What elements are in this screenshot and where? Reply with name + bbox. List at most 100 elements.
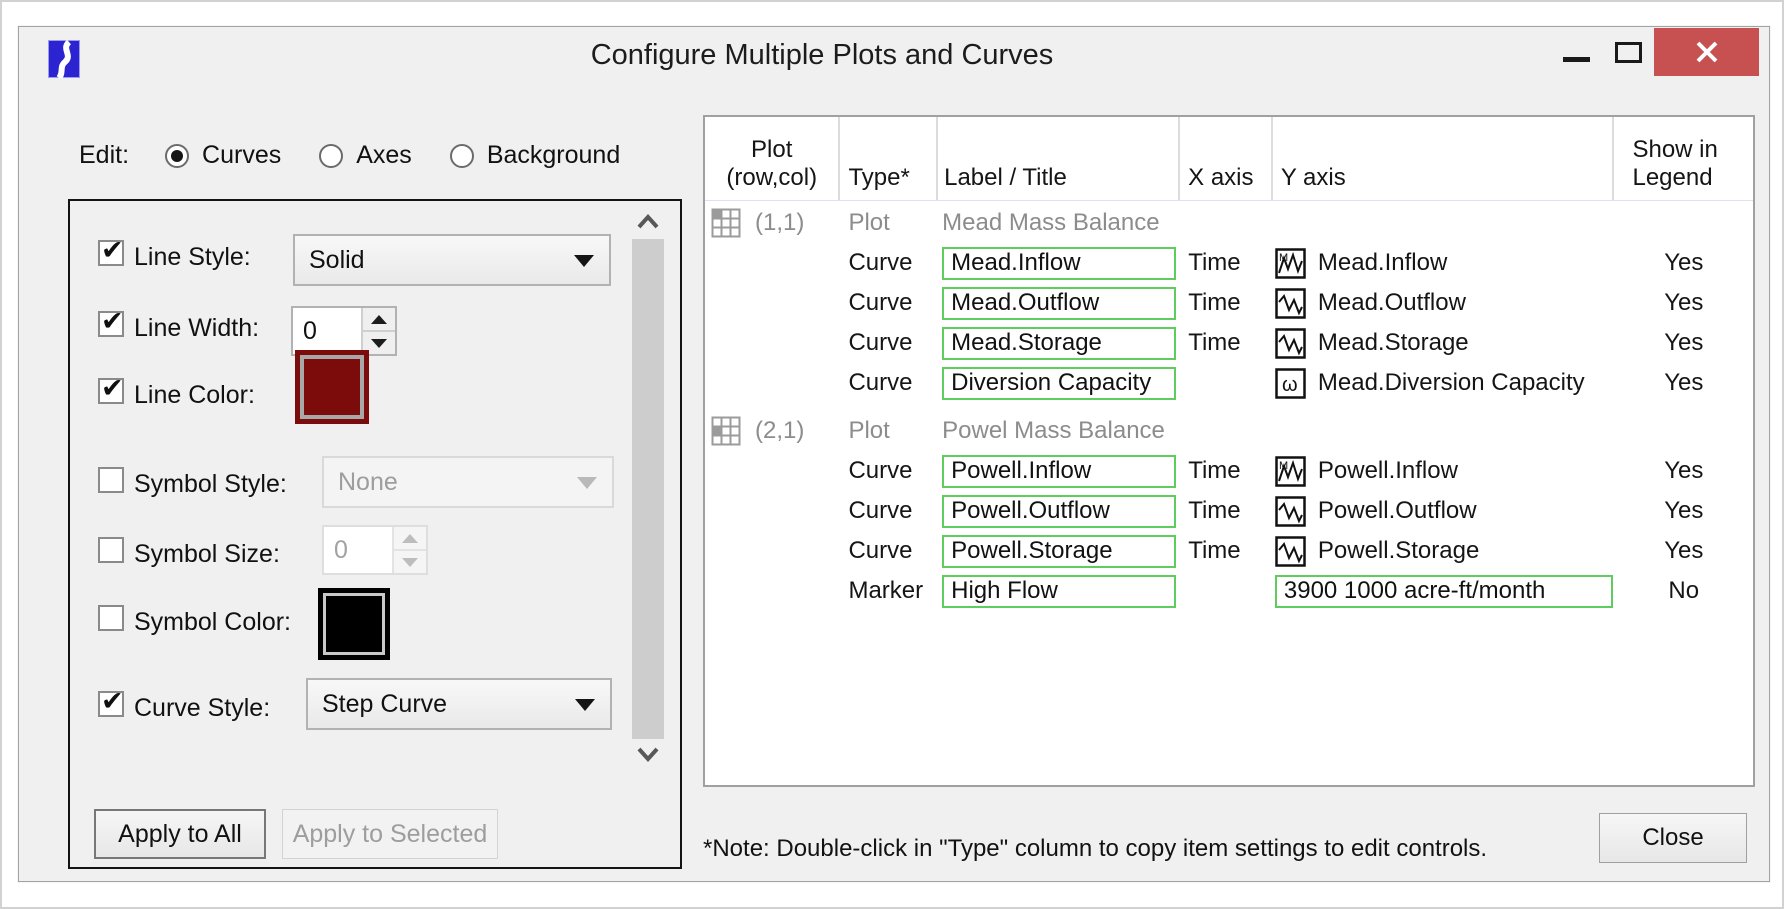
curve-label-input[interactable]: Mead.Storage (942, 327, 1176, 360)
row-type[interactable]: Curve (840, 369, 938, 397)
marker-label-input[interactable]: High Flow (942, 575, 1176, 608)
table-row-curve[interactable]: Curve Powell.Storage Time Powell.Storage… (705, 531, 1753, 571)
line-style-label: Line Style: (134, 243, 251, 272)
show-in-legend-value[interactable]: Yes (1615, 537, 1753, 565)
x-axis-value: Time (1180, 249, 1273, 277)
spin-down-icon (371, 339, 387, 348)
radio-option-background[interactable]: Background (450, 141, 620, 170)
plots-curves-table: Plot (row,col) Type* Label / Title X axi… (703, 115, 1755, 787)
symbol-color-checkbox[interactable] (98, 605, 124, 631)
curve-label-input[interactable]: Diversion Capacity (942, 367, 1176, 400)
curve-style-dropdown[interactable]: Step Curve (306, 678, 612, 730)
header-x-axis: X axis (1180, 117, 1273, 200)
radio-curves-label: Curves (202, 141, 281, 170)
curve-label-input[interactable]: Mead.Inflow (942, 247, 1176, 280)
title-bar: Configure Multiple Plots and Curves (19, 27, 1769, 83)
table-body: (1,1) Plot Mead Mass Balance Curve Mead.… (705, 203, 1753, 611)
scroll-up-icon[interactable] (636, 213, 660, 231)
spin-up-button[interactable] (363, 308, 395, 330)
symbol-size-spin-buttons (392, 527, 426, 573)
symbol-style-label: Symbol Style: (134, 470, 287, 499)
show-in-legend-value[interactable]: Yes (1615, 497, 1753, 525)
symbol-color-label: Symbol Color: (134, 608, 291, 637)
minimize-button[interactable] (1550, 28, 1602, 76)
table-row-curve[interactable]: Curve Diversion Capacity ω Mead.Diversio… (705, 363, 1753, 403)
plot-coord: (1,1) (755, 209, 804, 237)
table-row-curve[interactable]: Curve Mead.Storage Time Mead.Storage Yes (705, 323, 1753, 363)
y-axis-value: Mead.Inflow (1318, 249, 1447, 277)
line-width-value[interactable]: 0 (293, 308, 361, 354)
panel-scrollbar (630, 211, 666, 763)
symbol-size-checkbox[interactable] (98, 537, 124, 563)
show-in-legend-value[interactable]: Yes (1615, 457, 1753, 485)
marker-value-input[interactable]: 3900 1000 acre-ft/month (1275, 575, 1613, 608)
chevron-down-icon (574, 255, 594, 267)
axis-omega-icon: ω (1275, 368, 1306, 399)
show-in-legend-value[interactable]: Yes (1615, 289, 1753, 317)
row-type[interactable]: Curve (840, 497, 938, 525)
table-row-marker[interactable]: Marker High Flow 3900 1000 acre-ft/month… (705, 571, 1753, 611)
row-type[interactable]: Plot (840, 417, 938, 445)
y-axis-value: Powell.Storage (1318, 537, 1479, 565)
radio-axes-label: Axes (356, 141, 412, 170)
curve-style-value: Step Curve (322, 690, 447, 719)
minimize-icon (1563, 57, 1590, 62)
spin-up-icon (371, 315, 387, 324)
apply-to-all-button[interactable]: Apply to All (94, 809, 266, 859)
maximize-button[interactable] (1602, 28, 1654, 76)
line-style-checkbox[interactable] (98, 240, 124, 266)
axis-zigzag-icon (1275, 288, 1306, 319)
edit-label: Edit: (79, 141, 129, 170)
row-type[interactable]: Curve (840, 537, 938, 565)
row-type[interactable]: Plot (840, 209, 938, 237)
curve-label-input[interactable]: Mead.Outflow (942, 287, 1176, 320)
curve-label-input[interactable]: Powell.Storage (942, 535, 1176, 568)
y-axis-value: Mead.Diversion Capacity (1318, 369, 1585, 397)
chevron-down-icon (577, 477, 597, 489)
row-type[interactable]: Marker (840, 577, 938, 605)
show-in-legend-value[interactable]: No (1615, 577, 1753, 605)
axis-m-zigzag-icon: M (1275, 456, 1306, 487)
show-in-legend-value[interactable]: Yes (1615, 369, 1753, 397)
x-axis-value: Time (1180, 457, 1273, 485)
line-style-value: Solid (309, 246, 365, 275)
curve-label-input[interactable]: Powell.Inflow (942, 455, 1176, 488)
window-controls (1550, 28, 1759, 76)
table-row-plot-2[interactable]: (2,1) Plot Powel Mass Balance (705, 411, 1753, 451)
line-width-checkbox[interactable] (98, 311, 124, 337)
table-row-curve[interactable]: Curve Powell.Inflow Time M Powell.Inflow… (705, 451, 1753, 491)
table-row-curve[interactable]: Curve Mead.Outflow Time Mead.Outflow Yes (705, 283, 1753, 323)
table-row-curve[interactable]: Curve Powell.Outflow Time Powell.Outflow… (705, 491, 1753, 531)
scrollbar-thumb[interactable] (632, 239, 664, 739)
table-row-curve[interactable]: Curve Mead.Inflow Time M Mead.Inflow Yes (705, 243, 1753, 283)
plot-grid-icon (711, 208, 741, 238)
row-type[interactable]: Curve (840, 249, 938, 277)
apply-to-selected-button: Apply to Selected (282, 809, 498, 859)
dialog-window: Configure Multiple Plots and Curves Edit… (18, 26, 1770, 882)
show-in-legend-value[interactable]: Yes (1615, 249, 1753, 277)
close-button[interactable]: Close (1599, 813, 1747, 863)
symbol-color-swatch[interactable] (318, 588, 390, 660)
table-row-plot-1[interactable]: (1,1) Plot Mead Mass Balance (705, 203, 1753, 243)
y-axis-value: Mead.Outflow (1318, 289, 1466, 317)
curve-label-input[interactable]: Powell.Outflow (942, 495, 1176, 528)
row-type[interactable]: Curve (840, 289, 938, 317)
plot-grid-icon (711, 416, 741, 446)
line-color-checkbox[interactable] (98, 378, 124, 404)
line-style-dropdown[interactable]: Solid (293, 234, 611, 286)
radio-background (450, 144, 474, 168)
close-window-button[interactable] (1654, 28, 1759, 76)
symbol-style-checkbox[interactable] (98, 467, 124, 493)
radio-option-curves[interactable]: Curves (165, 141, 281, 170)
line-color-swatch[interactable] (295, 350, 369, 424)
radio-option-axes[interactable]: Axes (319, 141, 412, 170)
row-type[interactable]: Curve (840, 329, 938, 357)
radio-background-label: Background (487, 141, 620, 170)
curve-style-checkbox[interactable] (98, 691, 124, 717)
row-type[interactable]: Curve (840, 457, 938, 485)
axis-zigzag-icon (1275, 496, 1306, 527)
show-in-legend-value[interactable]: Yes (1615, 329, 1753, 357)
curve-settings-panel: Line Style: Solid Line Width: 0 Line Col… (68, 199, 682, 869)
y-axis-value: Mead.Storage (1318, 329, 1469, 357)
scroll-down-icon[interactable] (636, 745, 660, 763)
